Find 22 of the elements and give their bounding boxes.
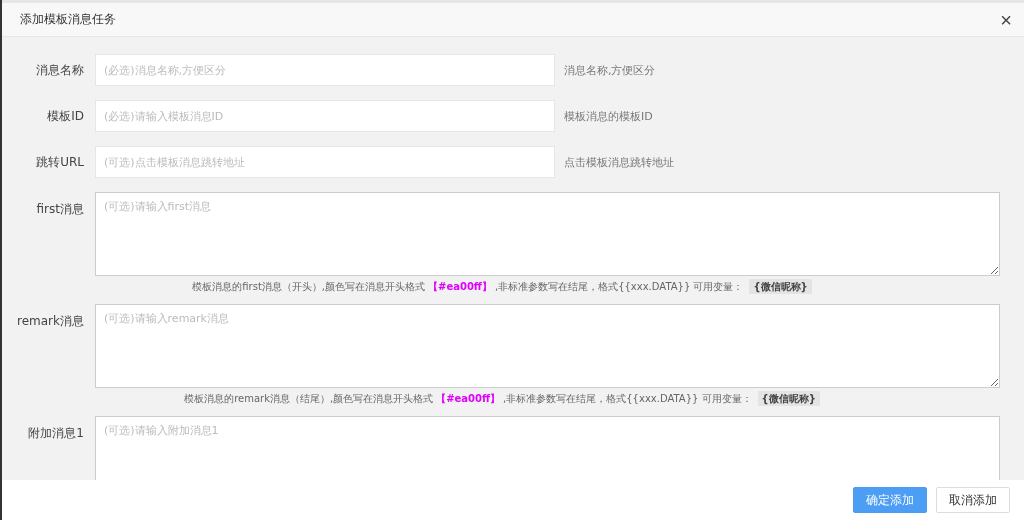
field-label: 跳转URL bbox=[35, 153, 84, 171]
field-label: 模板ID bbox=[46, 107, 84, 125]
help-text: 模板消息的模板ID bbox=[564, 108, 653, 124]
close-button[interactable]: × bbox=[1000, 9, 1012, 30]
field-label: 消息名称 bbox=[35, 61, 84, 79]
help-text: 消息名称,方便区分 bbox=[564, 62, 656, 78]
color-format-text: 【#ea00ff】 bbox=[436, 393, 501, 404]
input-field[interactable]: (必选)消息名称,方便区分 bbox=[95, 54, 555, 86]
hint-text: 模板消息的first消息（开头）,颜色写在消息开头格式 bbox=[192, 281, 425, 292]
variable-tag: {微信昵称} bbox=[757, 391, 820, 406]
hint-text: 模板消息的remark消息（结尾）,颜色写在消息开头格式 bbox=[184, 393, 434, 404]
variable-tag: {微信昵称} bbox=[749, 279, 812, 294]
dialog-title: 添加模板消息任务 bbox=[20, 11, 116, 28]
input-field[interactable]: (必选)请输入模板消息ID bbox=[95, 100, 555, 132]
help-text: 点击模板消息跳转地址 bbox=[564, 154, 674, 170]
hint-text: ,非标准参数写在结尾，格式{{xxx.DATA}} 可用变量： bbox=[494, 281, 744, 292]
color-format-text: 【#ea00ff】 bbox=[428, 281, 492, 292]
field-label: first消息 bbox=[35, 201, 84, 218]
field-label: 附加消息1 bbox=[27, 425, 84, 442]
hint-text: ,非标准参数写在结尾，格式{{xxx.DATA}} 可用变量： bbox=[503, 393, 752, 404]
cancel-button[interactable]: 取消添加 bbox=[936, 487, 1010, 513]
field-label: remark消息 bbox=[16, 313, 84, 330]
